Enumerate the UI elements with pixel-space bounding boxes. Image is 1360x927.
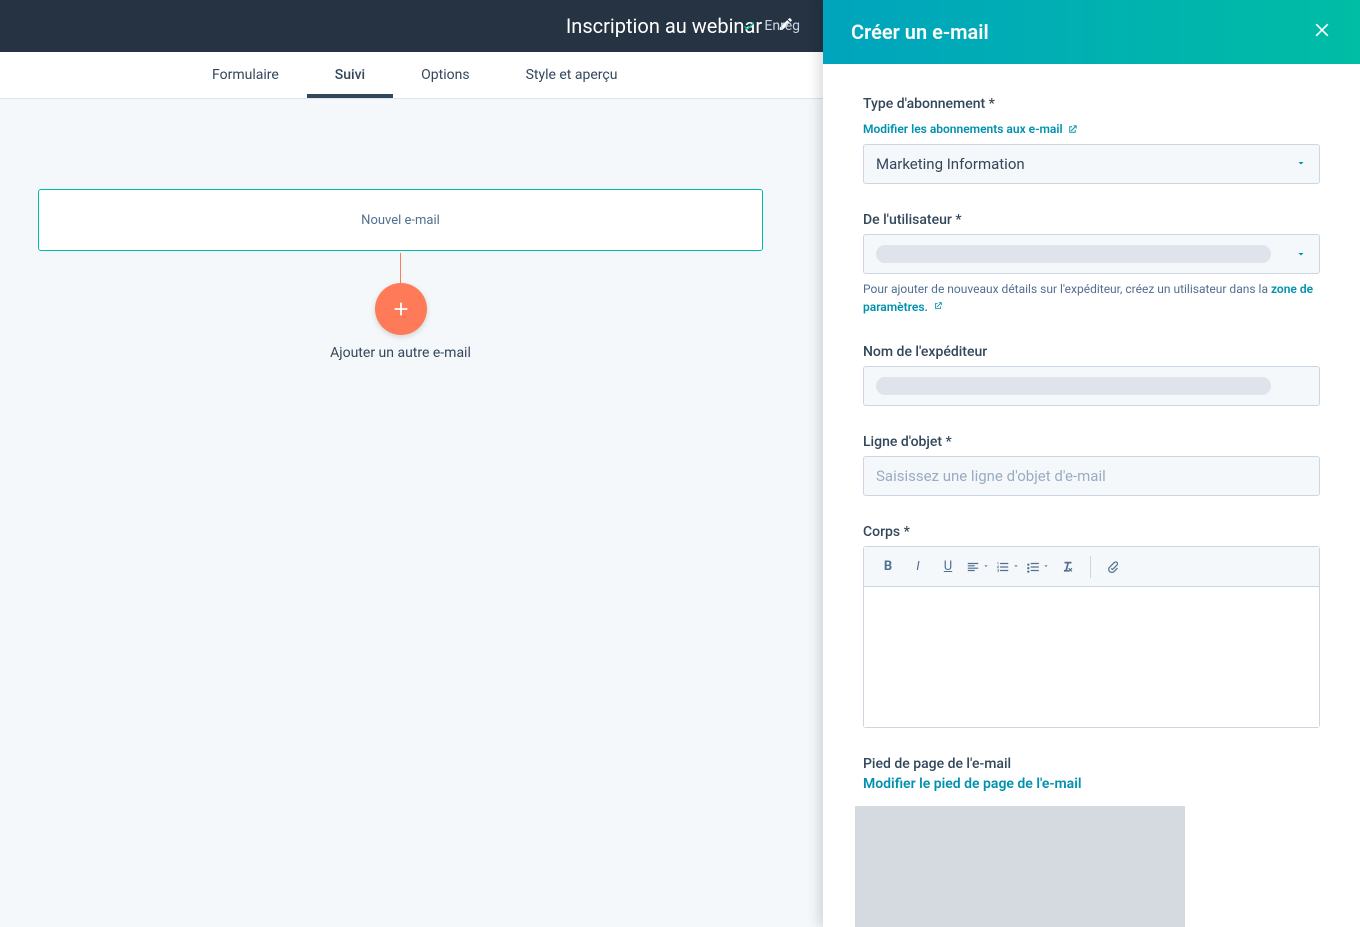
from-user-skeleton xyxy=(876,245,1271,263)
footer-preview xyxy=(855,806,1185,927)
caret-down-icon xyxy=(1042,562,1050,570)
clear-format-icon xyxy=(1061,560,1075,574)
add-email-button[interactable] xyxy=(375,283,427,335)
from-user-help: Pour ajouter de nouveaux détails sur l'e… xyxy=(863,280,1320,316)
toolbar-separator xyxy=(1090,556,1091,578)
subject-label: Ligne d'objet * xyxy=(863,434,1320,450)
body-label: Corps * xyxy=(863,524,1320,540)
connector-line xyxy=(400,253,401,283)
rte-body[interactable] xyxy=(864,587,1319,727)
create-email-panel: Créer un e-mail Type d'abonnement * Modi… xyxy=(823,0,1360,927)
plus-icon xyxy=(390,298,412,320)
panel-body: Type d'abonnement * Modifier les abonnem… xyxy=(823,64,1360,927)
align-button[interactable] xyxy=(964,553,992,581)
tab-options[interactable]: Options xyxy=(393,52,497,98)
attachment-button[interactable] xyxy=(1099,553,1127,581)
chevron-down-icon xyxy=(1295,155,1307,173)
bullet-list-icon xyxy=(1026,560,1040,574)
subject-field: Ligne d'objet * xyxy=(863,434,1320,496)
subscription-select-value: Marketing Information xyxy=(876,155,1025,173)
sender-name-label: Nom de l'expéditeur xyxy=(863,344,1320,360)
from-user-help-prefix: Pour ajouter de nouveaux détails sur l'e… xyxy=(863,282,1271,296)
save-status: Enreg xyxy=(742,0,800,52)
save-status-text: Enreg xyxy=(764,18,800,34)
email-card[interactable]: Nouvel e-mail xyxy=(38,189,763,251)
edit-subscriptions-link[interactable]: Modifier les abonnements aux e-mail xyxy=(863,122,1078,136)
bold-button[interactable]: B xyxy=(874,553,902,581)
italic-button[interactable]: I xyxy=(904,553,932,581)
close-icon xyxy=(1312,20,1332,40)
subscription-label: Type d'abonnement * xyxy=(863,96,1320,112)
numbered-list-button[interactable] xyxy=(994,553,1022,581)
rte-toolbar: B I U xyxy=(864,547,1319,587)
email-footer-section: Pied de page de l'e-mail Modifier le pie… xyxy=(863,756,1320,927)
ordered-list-icon xyxy=(996,560,1010,574)
chevron-down-icon xyxy=(1295,245,1307,264)
sender-name-skeleton xyxy=(876,377,1271,395)
edit-footer-link[interactable]: Modifier le pied de page de l'e-mail xyxy=(863,776,1320,792)
tab-style[interactable]: Style et aperçu xyxy=(498,52,646,98)
external-link-icon xyxy=(933,301,943,311)
caret-down-icon xyxy=(982,562,990,570)
footer-label: Pied de page de l'e-mail xyxy=(863,756,1320,772)
sender-name-input[interactable] xyxy=(863,366,1320,406)
caret-down-icon xyxy=(1012,562,1020,570)
page-title: Inscription au webinar xyxy=(566,14,762,38)
email-card-label: Nouvel e-mail xyxy=(361,213,440,228)
from-user-label: De l'utilisateur * xyxy=(863,212,1320,228)
subscription-select[interactable]: Marketing Information xyxy=(863,144,1320,184)
subject-input[interactable] xyxy=(863,456,1320,496)
external-link-icon xyxy=(1067,124,1078,135)
rich-text-editor: B I U xyxy=(863,546,1320,728)
tab-form[interactable]: Formulaire xyxy=(184,52,307,98)
close-panel-button[interactable] xyxy=(1312,20,1332,44)
clear-format-button[interactable] xyxy=(1054,553,1082,581)
attachment-icon xyxy=(1106,560,1120,574)
body-field: Corps * B I U xyxy=(863,524,1320,728)
bullet-list-button[interactable] xyxy=(1024,553,1052,581)
panel-header: Créer un e-mail xyxy=(823,0,1360,64)
add-email-label: Ajouter un autre e-mail xyxy=(38,345,763,361)
underline-button[interactable]: U xyxy=(934,553,962,581)
from-user-field: De l'utilisateur * Pour ajouter de nouve… xyxy=(863,212,1320,316)
edit-subscriptions-link-text: Modifier les abonnements aux e-mail xyxy=(863,122,1063,136)
subscription-type-field: Type d'abonnement * Modifier les abonnem… xyxy=(863,96,1320,184)
align-icon xyxy=(966,560,980,574)
sender-name-field: Nom de l'expéditeur xyxy=(863,344,1320,406)
tab-followup[interactable]: Suivi xyxy=(307,52,393,98)
from-user-select[interactable] xyxy=(863,234,1320,274)
panel-title: Créer un e-mail xyxy=(851,20,989,44)
